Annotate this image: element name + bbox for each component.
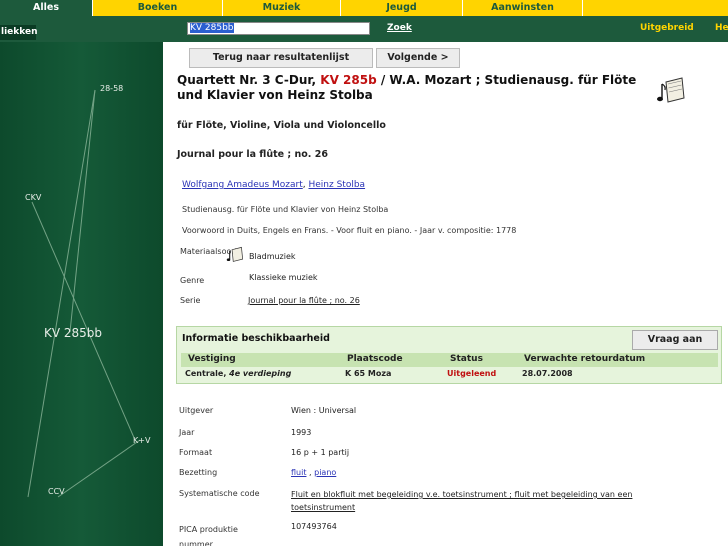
- author-link[interactable]: Heinz Stolba: [308, 180, 365, 190]
- graph-node[interactable]: CCV: [48, 487, 65, 496]
- advanced-search-link[interactable]: Uitgebreid: [640, 23, 694, 33]
- graph-edge: [31, 201, 136, 441]
- cell-plaatscode: K 65 Moza: [345, 369, 392, 378]
- graph-node[interactable]: K+V: [133, 436, 150, 445]
- header-vestiging: Vestiging: [188, 354, 236, 364]
- preface-note: Voorwoord in Duits, Engels en Frans. - V…: [182, 226, 517, 235]
- materiaalsoort-value: Bladmuziek: [249, 252, 296, 261]
- request-button[interactable]: Vraag aan: [632, 330, 718, 350]
- record-detail: Terug naar resultatenlijst Volgende > Qu…: [163, 42, 728, 546]
- help-link[interactable]: He: [715, 23, 728, 33]
- header-retour: Verwachte retourdatum: [524, 354, 646, 364]
- header-plaatscode: Plaatscode: [347, 354, 403, 364]
- title-highlight: KV 285b: [320, 73, 377, 87]
- cell-status: Uitgeleend: [447, 369, 497, 378]
- uitgever-value: Wien : Universal: [291, 406, 357, 415]
- tab-muziek[interactable]: Muziek: [222, 0, 340, 16]
- pica-label: PICA produktie nummer: [179, 525, 238, 546]
- formaat-label: Formaat: [179, 448, 213, 457]
- tab-empty: [582, 0, 728, 16]
- bezetting-label: Bezetting: [179, 468, 218, 477]
- header-status: Status: [450, 354, 483, 364]
- search-bar-row: liekken KV 285bb Zoek Uitgebreid He: [0, 16, 728, 42]
- back-to-results-button[interactable]: Terug naar resultatenlijst: [189, 48, 373, 68]
- availability-panel: Informatie beschikbaarheid Vraag aan Ves…: [176, 326, 722, 384]
- sheet-music-small-icon: [226, 246, 244, 262]
- search-button[interactable]: Zoek: [387, 23, 412, 33]
- graph-node[interactable]: 28-58: [100, 84, 123, 93]
- pica-value: 107493764: [291, 522, 337, 531]
- tab-boeken[interactable]: Boeken: [92, 0, 222, 16]
- graph-edge: [57, 439, 141, 498]
- availability-title: Informatie beschikbaarheid: [182, 333, 330, 344]
- serie-label: Serie: [180, 296, 201, 305]
- cell-vestiging-name: Centrale,: [185, 369, 230, 378]
- tab-aanwinsten[interactable]: Aanwinsten: [462, 0, 582, 16]
- tab-jeugd[interactable]: Jeugd: [340, 0, 462, 16]
- title-part: Quartett Nr. 3 C-Dur,: [177, 73, 321, 87]
- tab-alles[interactable]: Alles: [0, 0, 92, 16]
- cell-retour: 28.07.2008: [522, 369, 573, 378]
- genre-label: Genre: [180, 276, 205, 285]
- record-title: Quartett Nr. 3 C-Dur, KV 285b / W.A. Moz…: [177, 73, 647, 103]
- sheet-music-icon: [657, 77, 685, 103]
- bezetting-link[interactable]: fluit: [291, 468, 306, 477]
- cell-vestiging: Centrale, 4e verdieping: [185, 369, 291, 378]
- record-series: Journal pour la flûte ; no. 26: [177, 149, 328, 160]
- next-button[interactable]: Volgende >: [376, 48, 460, 68]
- systematische-code-link[interactable]: Fluit en blokfluit met begeleiding v.e. …: [291, 488, 671, 514]
- related-terms-graph: 28-58 CKV KV 285bb K+V CCV: [0, 42, 163, 546]
- uitgever-label: Uitgever: [179, 406, 214, 415]
- cell-verdieping: 4e verdieping: [229, 369, 292, 378]
- jaar-label: Jaar: [179, 428, 195, 437]
- availability-header-row: Vestiging Plaatscode Status Verwachte re…: [181, 353, 718, 367]
- graph-node-center[interactable]: KV 285bb: [44, 326, 102, 340]
- bezetting-value: fluit , piano: [291, 468, 336, 477]
- bezetting-separator: ,: [306, 468, 315, 477]
- serie-link[interactable]: Journal pour la flûte ; no. 26: [248, 296, 360, 305]
- search-input[interactable]: KV 285bb: [187, 22, 370, 35]
- graph-edge: [27, 89, 96, 498]
- top-tab-bar: Alles Boeken Muziek Jeugd Aanwinsten: [0, 0, 728, 16]
- bezetting-link[interactable]: piano: [314, 468, 336, 477]
- jaar-value: 1993: [291, 428, 312, 437]
- left-tab[interactable]: liekken: [0, 25, 38, 40]
- genre-value: Klassieke muziek: [249, 273, 318, 282]
- authors: Wolfgang Amadeus Mozart, Heinz Stolba: [182, 180, 365, 190]
- formaat-value: 16 p + 1 partij: [291, 448, 350, 457]
- systematische-code-label: Systematische code: [179, 489, 260, 498]
- author-link[interactable]: Wolfgang Amadeus Mozart: [182, 180, 303, 190]
- search-input-value: KV 285bb: [190, 23, 234, 33]
- record-subtitle: für Flöte, Violine, Viola und Violoncell…: [177, 120, 386, 131]
- availability-row: Centrale, 4e verdieping K 65 Moza Uitgel…: [181, 367, 718, 381]
- graph-edge: [69, 89, 96, 333]
- graph-edges: [27, 89, 141, 498]
- graph-node[interactable]: CKV: [25, 193, 41, 202]
- edition-note: Studienausg. für Flöte und Klavier von H…: [182, 205, 389, 214]
